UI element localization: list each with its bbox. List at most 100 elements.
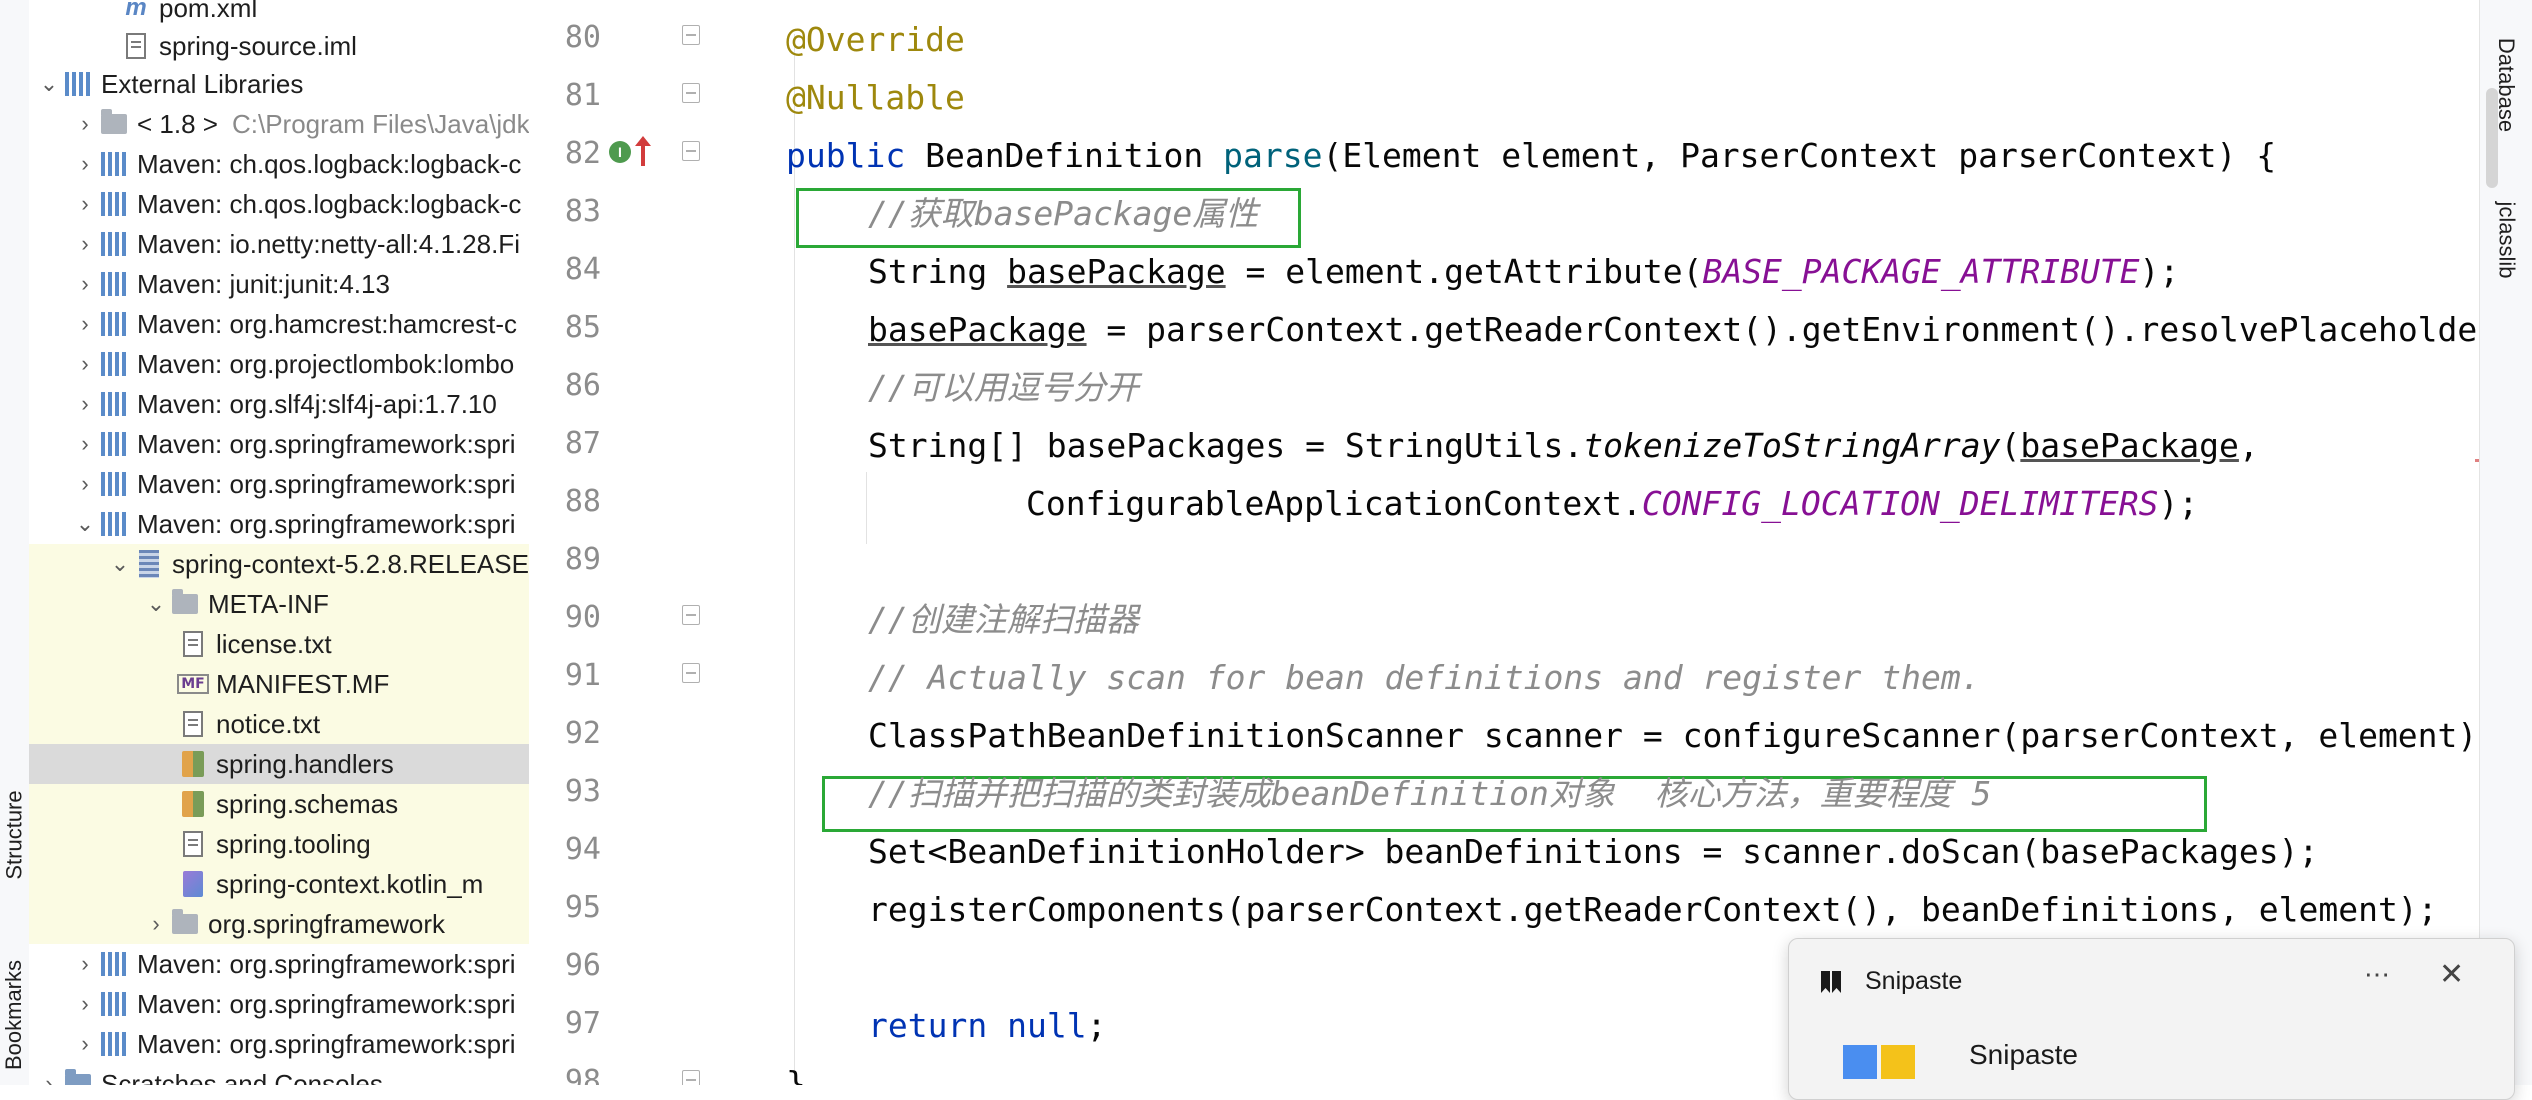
code-line-82[interactable]: public BeanDefinition parse(Element elem… [786, 127, 2479, 185]
library-icon [99, 309, 129, 339]
chevron-down-icon[interactable]: ⌄ [142, 590, 170, 618]
chevron-down-icon[interactable]: ⌄ [35, 70, 63, 98]
chevron-right-icon[interactable]: › [71, 190, 99, 218]
chevron-right-icon[interactable]: › [71, 470, 99, 498]
keyword-token: public [786, 136, 906, 175]
tree-row[interactable]: › Maven: org.springframework:spri [29, 984, 529, 1024]
chevron-right-icon[interactable]: › [142, 910, 170, 938]
properties-file-icon [178, 789, 208, 819]
chevron-right-icon[interactable]: › [71, 990, 99, 1018]
tree-row[interactable]: ⌄ META-INF [29, 584, 529, 624]
code-line-85[interactable]: basePackage = parserContext.getReaderCon… [868, 301, 2479, 359]
code-line-88[interactable]: ConfigurableApplicationContext.CONFIG_LO… [1026, 475, 2479, 533]
tree-row[interactable]: › Maven: io.netty:netty-all:4.1.28.Fi [29, 224, 529, 264]
tree-row[interactable]: license.txt [29, 624, 529, 664]
tree-item-label: Maven: org.springframework:spri [137, 508, 516, 539]
jclasslib-tool-button[interactable]: jclasslib [2480, 175, 2532, 305]
tree-row[interactable]: › Maven: org.hamcrest:hamcrest-c [29, 304, 529, 344]
chevron-right-icon[interactable]: › [71, 390, 99, 418]
snipaste-logo-icon [1843, 1045, 1915, 1079]
editor-scrollbar-thumb[interactable] [2486, 88, 2498, 188]
chevron-right-icon[interactable]: › [71, 270, 99, 298]
tree-item-label: Maven: org.springframework:spri [137, 468, 516, 499]
variable-token: basePackage [1007, 252, 1226, 291]
tree-item-label: spring-source.iml [159, 30, 357, 61]
jar-icon [134, 549, 164, 579]
tree-row[interactable]: › Maven: org.slf4j:slf4j-api:1.7.10 [29, 384, 529, 424]
code-line-87[interactable]: String[] basePackages = StringUtils.toke… [868, 417, 2479, 475]
notification-app-name: Snipaste [1865, 967, 1963, 995]
tree-row[interactable]: m pom.xml [29, 0, 529, 28]
tree-row[interactable]: › Maven: junit:junit:4.13 [29, 264, 529, 304]
tree-row[interactable]: › org.springframework [29, 904, 529, 944]
chevron-right-icon[interactable]: › [71, 110, 99, 138]
line-number: 86 [564, 368, 601, 403]
tree-row[interactable]: spring.schemas [29, 784, 529, 824]
code-line-80[interactable]: @Override [786, 11, 2479, 69]
tree-row[interactable]: › Maven: org.springframework:spri [29, 1024, 529, 1064]
tree-row[interactable]: › Maven: ch.qos.logback:logback-c [29, 184, 529, 224]
chevron-down-icon[interactable]: ⌄ [71, 510, 99, 538]
close-icon[interactable]: ✕ [2439, 957, 2464, 992]
library-icon [99, 349, 129, 379]
code-line-84[interactable]: String basePackage = element.getAttribut… [868, 243, 2479, 301]
tree-row[interactable]: spring-source.iml [29, 26, 529, 66]
fold-marker-icon[interactable] [682, 141, 700, 161]
structure-tool-button[interactable]: Structure [0, 760, 29, 910]
chevron-right-icon[interactable]: › [71, 150, 99, 178]
code-text: Set<BeanDefinitionHolder> beanDefinition… [868, 832, 2319, 871]
tree-row[interactable]: ⌄ Maven: org.springframework:spri [29, 504, 529, 544]
code-editor[interactable]: 80 81 82 83 84 85 86 87 88 89 90 91 92 93 94 95 96 97 98 I … [529, 0, 2479, 1085]
tree-row[interactable]: ⌄ spring-context-5.2.8.RELEASE. [29, 544, 529, 584]
chevron-right-icon[interactable]: › [71, 230, 99, 258]
overrides-arrow-icon[interactable] [633, 134, 653, 168]
fold-marker-icon[interactable] [682, 83, 700, 103]
constant-token: BASE_PACKAGE_ATTRIBUTE [1702, 252, 2140, 291]
tree-row[interactable]: › Maven: org.projectlombok:lombo [29, 344, 529, 384]
fold-marker-icon[interactable] [682, 663, 700, 683]
code-line-93[interactable]: //扫描并把扫描的类封装成beanDefinition对象 核心方法，重要程度 … [868, 765, 2479, 823]
chevron-down-icon[interactable]: ⌄ [106, 550, 134, 578]
chevron-right-icon[interactable]: › [71, 310, 99, 338]
chevron-right-icon[interactable]: › [71, 430, 99, 458]
tree-item-label: Maven: ch.qos.logback:logback-c [137, 188, 522, 219]
indent-guide [866, 472, 867, 544]
line-number: 84 [564, 252, 601, 287]
code-line-95[interactable]: registerComponents(parserContext.getRead… [868, 881, 2479, 939]
keyword-token: return [868, 1006, 988, 1045]
manifest-icon: MF [177, 669, 209, 699]
code-text: ClassPathBeanDefinitionScanner scanner =… [868, 716, 2479, 755]
tree-row[interactable]: notice.txt [29, 704, 529, 744]
code-line-81[interactable]: @Nullable [786, 69, 2479, 127]
tree-row[interactable]: spring.handlers [29, 744, 529, 784]
tree-row[interactable]: › < 1.8 > C:\Program Files\Java\jdk [29, 104, 529, 144]
tree-row[interactable]: › Maven: org.springframework:spri [29, 464, 529, 504]
bookmarks-tool-button[interactable]: Bookmarks [0, 940, 29, 1090]
snipaste-notification[interactable]: Snipaste ⋯ ✕ Snipaste [1788, 938, 2515, 1100]
implements-icon[interactable]: I [609, 141, 631, 163]
tree-row[interactable]: › Maven: ch.qos.logback:logback-c [29, 144, 529, 184]
tree-row[interactable]: › Scratches and Consoles [29, 1064, 529, 1085]
library-icon [99, 509, 129, 539]
code-line-94[interactable]: Set<BeanDefinitionHolder> beanDefinition… [868, 823, 2479, 881]
code-line-91[interactable]: // Actually scan for bean definitions an… [868, 649, 2479, 707]
code-line-90[interactable]: //创建注解扫描器 [868, 591, 2479, 649]
library-icon [99, 149, 129, 179]
code-line-86[interactable]: //可以用逗号分开 [868, 359, 2479, 417]
chevron-right-icon[interactable]: › [71, 1030, 99, 1058]
tree-row[interactable]: spring-context.kotlin_m [29, 864, 529, 904]
tree-row[interactable]: ⌄ External Libraries [29, 64, 529, 104]
tree-row[interactable]: MF MANIFEST.MF [29, 664, 529, 704]
fold-marker-icon[interactable] [682, 1070, 700, 1085]
code-line-92[interactable]: ClassPathBeanDefinitionScanner scanner =… [868, 707, 2479, 765]
chevron-right-icon[interactable]: › [71, 350, 99, 378]
tree-row[interactable]: spring.tooling [29, 824, 529, 864]
fold-marker-icon[interactable] [682, 605, 700, 625]
fold-marker-icon[interactable] [682, 25, 700, 45]
chevron-right-icon[interactable]: › [35, 1070, 63, 1085]
more-options-icon[interactable]: ⋯ [2364, 959, 2392, 990]
tree-row[interactable]: › Maven: org.springframework:spri [29, 944, 529, 984]
code-line-83[interactable]: //获取basePackage属性 [868, 185, 2479, 243]
chevron-right-icon[interactable]: › [71, 950, 99, 978]
tree-row[interactable]: › Maven: org.springframework:spri [29, 424, 529, 464]
